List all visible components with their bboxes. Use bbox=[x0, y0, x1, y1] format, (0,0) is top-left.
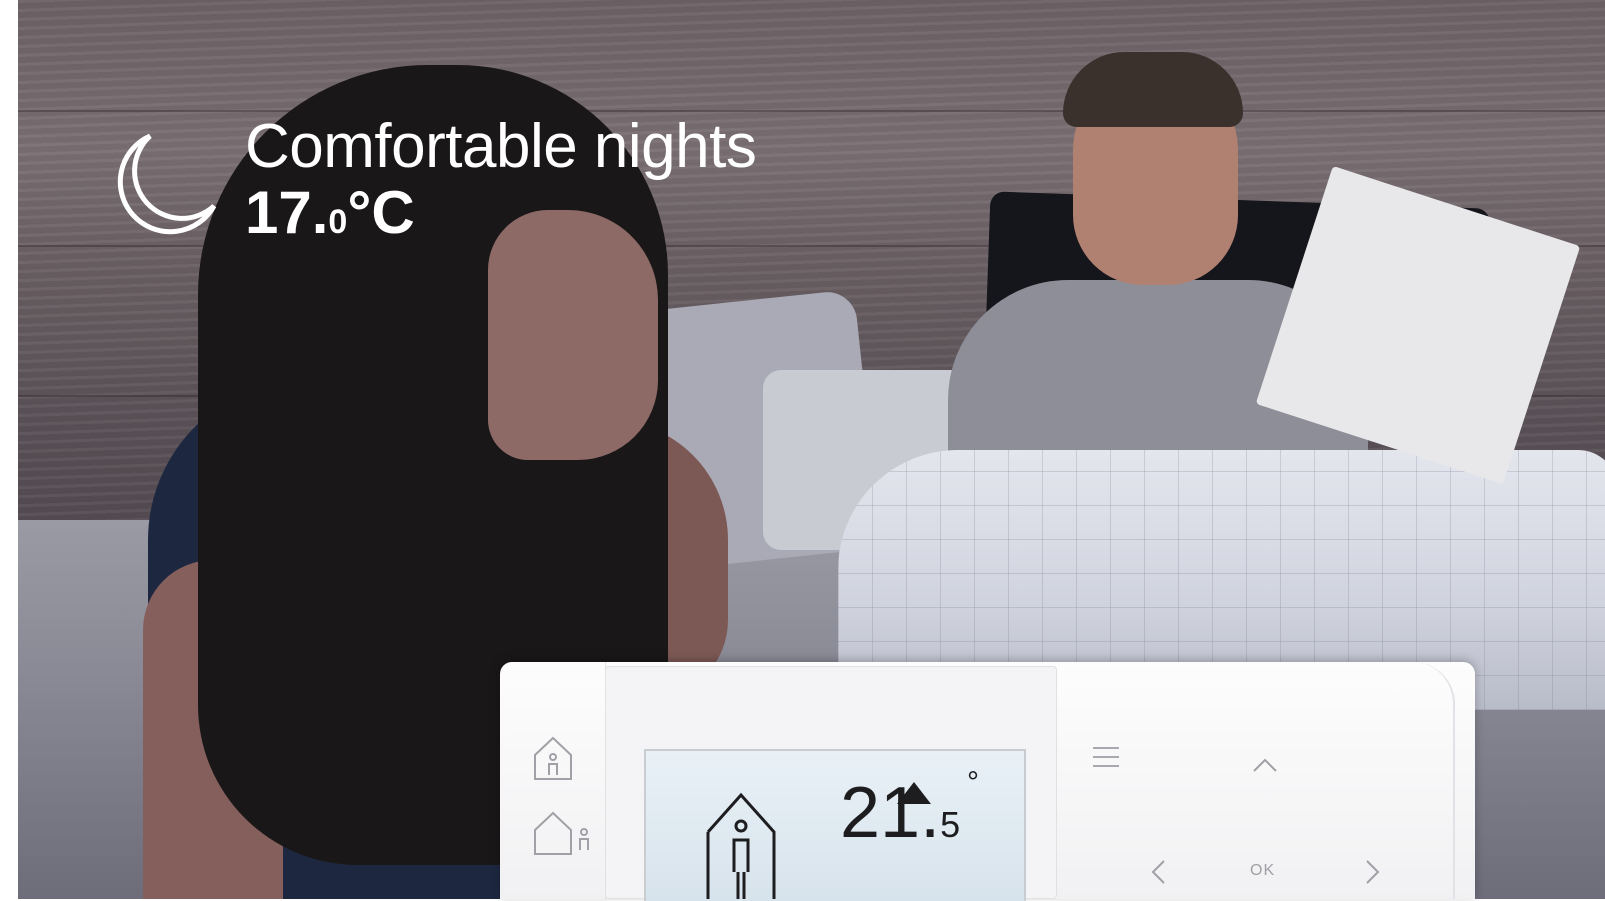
man-hair bbox=[1063, 52, 1243, 127]
menu-icon[interactable] bbox=[1093, 747, 1119, 774]
moon-icon bbox=[117, 133, 217, 235]
chevron-right-icon[interactable] bbox=[1365, 859, 1381, 885]
headline: Comfortable nights bbox=[245, 112, 757, 181]
reading-decimal: 5 bbox=[940, 804, 961, 845]
ok-button[interactable]: OK bbox=[1250, 862, 1275, 880]
screen-home-icon bbox=[706, 792, 776, 899]
away-icon[interactable] bbox=[532, 810, 594, 858]
overlay-text: Comfortable nights 17.0°C bbox=[245, 112, 757, 253]
temperature-reading: 21.5 bbox=[840, 772, 960, 854]
night-temperature: 17.0°C bbox=[245, 182, 756, 253]
thermostat-device: 21.5 ° OK bbox=[500, 662, 1475, 901]
chevron-up-icon[interactable] bbox=[1252, 757, 1278, 773]
reading-main: 21. bbox=[840, 773, 941, 853]
night-temperature-unit: °C bbox=[347, 179, 415, 246]
home-occupied-icon[interactable] bbox=[532, 735, 574, 781]
degree-symbol: ° bbox=[967, 766, 979, 799]
night-temperature-main: 17. bbox=[245, 179, 329, 246]
device-edge bbox=[1413, 662, 1455, 899]
night-temperature-decimal: 0 bbox=[328, 203, 348, 241]
chevron-left-icon[interactable] bbox=[1150, 859, 1166, 885]
